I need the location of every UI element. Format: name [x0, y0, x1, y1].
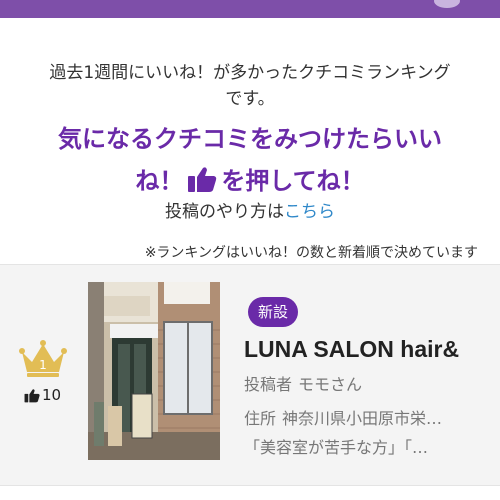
headline-line-1: 気になるクチコミをみつけたらいい — [58, 125, 442, 153]
headline-line-2-post: を押してね！ — [221, 167, 365, 195]
rank-number: 1 — [39, 358, 47, 372]
headline-line-2-pre: ね！ — [135, 167, 184, 195]
like-count-value: 10 — [42, 386, 62, 404]
crown-icon: 1 — [18, 338, 68, 382]
intro-line-1: 過去1週間にいいね！が多かったクチコミランキング — [49, 63, 451, 83]
address-label: 住所 — [244, 409, 277, 428]
intro-line-2: です。 — [225, 89, 275, 109]
menu-button[interactable] — [434, 0, 460, 8]
how-to-post: 投稿のやり方はこちら — [0, 197, 500, 222]
how-to-link[interactable]: こちら — [284, 202, 335, 222]
intro-text: 過去1週間にいいね！が多かったクチコミランキング です。 — [0, 60, 500, 112]
poster-name: モモさん — [298, 375, 363, 394]
ranking-note: ※ランキングはいいね！の数と新着順で決めています — [144, 245, 478, 261]
address-value: 神奈川県小田原市栄… — [282, 409, 443, 428]
like-count: 10 — [24, 386, 61, 404]
review-excerpt: 「美容室が苦手な方」「… — [244, 438, 429, 457]
thumbs-up-icon — [24, 388, 40, 402]
headline: 気になるクチコミをみつけたらいい ね！ を押してね！ — [0, 118, 500, 206]
how-to-text: 投稿のやり方は — [165, 202, 284, 222]
address-row: 住所 神奈川県小田原市栄… — [244, 405, 442, 429]
salon-photo[interactable] — [88, 282, 220, 460]
top-bar — [0, 0, 500, 18]
poster-row: 投稿者 モモさん — [244, 371, 362, 395]
salon-name[interactable]: LUNA SALON hair& — [244, 336, 480, 363]
poster-label: 投稿者 — [244, 375, 293, 394]
new-badge: 新設 — [248, 297, 298, 327]
